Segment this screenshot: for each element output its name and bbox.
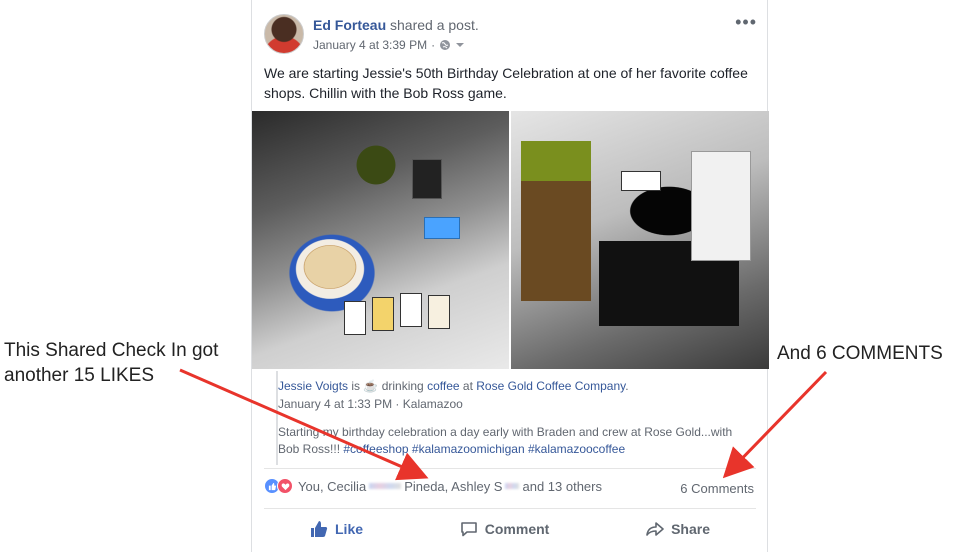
checkin-period: .	[625, 379, 629, 393]
hashtag[interactable]: #kalamazoomichigan	[412, 442, 525, 456]
like-label: Like	[335, 521, 364, 537]
comments-count[interactable]: 6 Comments	[680, 481, 754, 496]
game-card	[428, 295, 450, 329]
checkin-object[interactable]: coffee	[427, 379, 459, 393]
hashtag[interactable]: #coffeeshop	[343, 442, 408, 456]
checkin-header: Jessie Voigts is ☕ drinking coffee at Ro…	[278, 379, 629, 393]
annotation-line: This Shared Check In got	[4, 340, 219, 361]
checkin-meta: January 4 at 1:33 PM · Kalamazoo	[278, 397, 463, 411]
shared-checkin[interactable]: Jessie Voigts is ☕ drinking coffee at Ro…	[276, 371, 758, 465]
globe-icon	[440, 40, 451, 50]
post-header: Ed Forteau shared a post.	[313, 17, 479, 33]
game-card	[400, 293, 422, 327]
comment-label: Comment	[484, 521, 550, 537]
redacted-name	[369, 483, 402, 489]
comment-icon	[460, 522, 477, 537]
post-timestamp[interactable]: January 4 at 3:39 PM	[313, 38, 427, 52]
game-card	[372, 297, 394, 331]
checkin-dot: ·	[395, 397, 400, 411]
reaction-names: You, Cecilia	[298, 478, 367, 494]
checkin-time[interactable]: January 4 at 1:33 PM	[278, 397, 392, 411]
coffee-icon: ☕	[363, 379, 379, 393]
divider	[264, 468, 756, 469]
checkin-place[interactable]: Rose Gold Coffee Company	[476, 379, 625, 393]
post-meta: January 4 at 3:39 PM ·	[313, 38, 465, 52]
game-card	[621, 171, 661, 191]
reaction-names: Pineda, Ashley S	[404, 478, 503, 494]
photo-coffee-mug[interactable]	[511, 111, 769, 369]
share-button[interactable]: Share	[600, 520, 756, 538]
love-reaction-icon	[277, 478, 293, 494]
game-board	[691, 151, 751, 261]
checkin-activity: drinking	[381, 379, 424, 393]
like-button[interactable]: Like	[264, 520, 409, 538]
checkin-at: at	[462, 379, 473, 393]
comment-button[interactable]: Comment	[414, 520, 596, 538]
reactions-summary[interactable]: You, Cecilia Pineda, Ashley S and 13 oth…	[264, 478, 602, 494]
action-bar: Like Comment Share	[264, 508, 756, 550]
game-card	[412, 159, 442, 199]
game-card	[344, 301, 366, 335]
share-icon	[646, 522, 664, 536]
meta-separator: ·	[431, 38, 436, 52]
chevron-down-icon[interactable]	[455, 40, 465, 50]
annotation-line: another 15 LIKES	[4, 365, 154, 386]
author-name[interactable]: Ed Forteau	[313, 17, 386, 33]
share-label: Share	[671, 521, 710, 537]
more-options-button[interactable]: •••	[735, 12, 757, 33]
thumbs-up-icon	[311, 521, 328, 537]
checkin-is: is	[351, 379, 361, 393]
avatar[interactable]	[264, 14, 304, 54]
annotation-likes: This Shared Check In got another 15 LIKE…	[4, 338, 218, 388]
photo-latte[interactable]	[252, 111, 509, 369]
post-text: We are starting Jessie's 50th Birthday C…	[264, 65, 748, 101]
post-card: Ed Forteau shared a post. January 4 at 3…	[251, 0, 769, 552]
checkin-user[interactable]: Jessie Voigts	[278, 379, 348, 393]
checkin-location[interactable]: Kalamazoo	[403, 397, 463, 411]
reaction-others[interactable]: and 13 others	[522, 479, 602, 494]
post-action-text: shared a post.	[390, 17, 479, 33]
annotation-comments: And 6 COMMENTS	[777, 343, 943, 364]
hashtag[interactable]: #kalamazoocoffee	[528, 442, 625, 456]
checkin-body: Starting my birthday celebration a day e…	[278, 424, 748, 458]
redacted-name	[505, 483, 520, 489]
game-card	[424, 217, 460, 239]
